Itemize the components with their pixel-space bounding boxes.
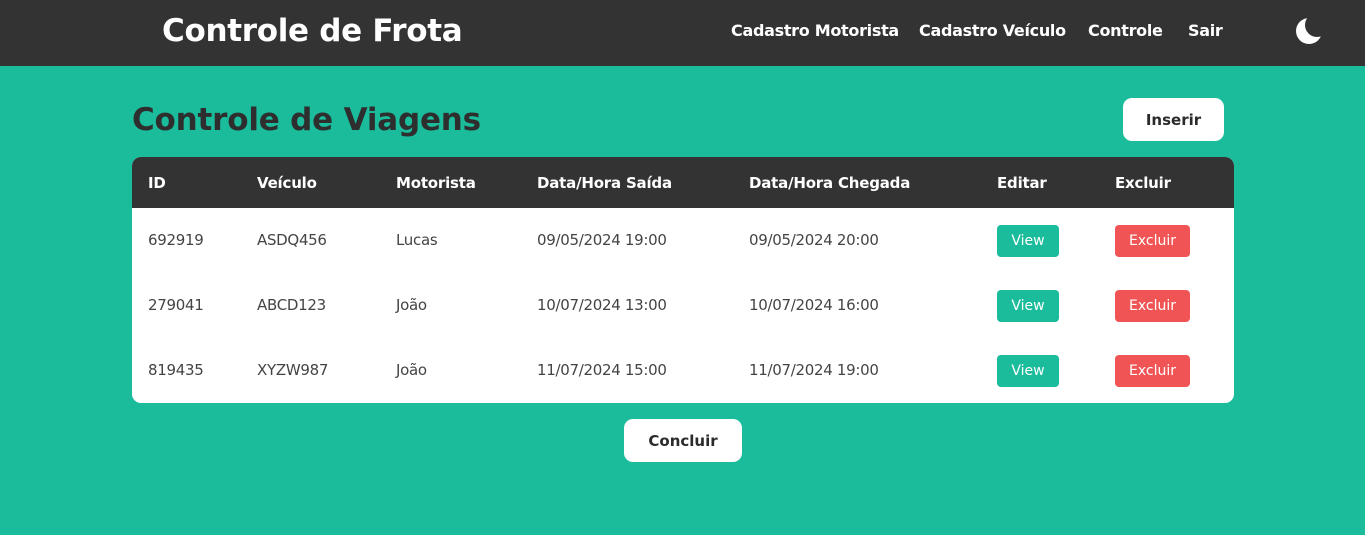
table-row: 819435 XYZW987 João 11/07/2024 15:00 11/… [132, 338, 1234, 403]
moon-icon[interactable] [1294, 13, 1329, 46]
column-header-motorista: Motorista [396, 174, 476, 192]
cell-chegada: 10/07/2024 16:00 [749, 296, 879, 314]
trips-table: ID Veículo Motorista Data/Hora Saída Dat… [132, 157, 1234, 403]
view-button[interactable]: View [997, 290, 1059, 322]
cell-chegada: 11/07/2024 19:00 [749, 361, 879, 379]
column-header-excluir: Excluir [1115, 174, 1171, 192]
cell-motorista: Lucas [396, 231, 438, 249]
nav-cadastro-motorista[interactable]: Cadastro Motorista [731, 20, 899, 42]
cell-saida: 09/05/2024 19:00 [537, 231, 667, 249]
nav-cadastro-veiculo[interactable]: Cadastro Veículo [919, 20, 1066, 42]
app-title: Controle de Frota [162, 13, 463, 49]
column-header-editar: Editar [997, 174, 1047, 192]
cell-veiculo: ASDQ456 [257, 231, 327, 249]
cell-chegada: 09/05/2024 20:00 [749, 231, 879, 249]
cell-motorista: João [396, 296, 427, 314]
conclude-button[interactable]: Concluir [624, 419, 742, 462]
cell-id: 279041 [148, 296, 204, 314]
column-header-chegada: Data/Hora Chegada [749, 174, 911, 192]
cell-id: 819435 [148, 361, 204, 379]
table-row: 692919 ASDQ456 Lucas 09/05/2024 19:00 09… [132, 208, 1234, 273]
cell-veiculo: XYZW987 [257, 361, 329, 379]
top-navbar: Controle de Frota Cadastro Motorista Cad… [0, 0, 1365, 66]
table-header: ID Veículo Motorista Data/Hora Saída Dat… [132, 157, 1234, 208]
delete-button[interactable]: Excluir [1115, 290, 1190, 322]
column-header-id: ID [148, 174, 166, 192]
column-header-veiculo: Veículo [257, 174, 317, 192]
delete-button[interactable]: Excluir [1115, 225, 1190, 257]
page-title: Controle de Viagens [132, 102, 481, 138]
nav-sair[interactable]: Sair [1188, 20, 1223, 42]
cell-veiculo: ABCD123 [257, 296, 326, 314]
nav-controle[interactable]: Controle [1088, 20, 1163, 42]
cell-saida: 11/07/2024 15:00 [537, 361, 667, 379]
view-button[interactable]: View [997, 355, 1059, 387]
column-header-saida: Data/Hora Saída [537, 174, 672, 192]
view-button[interactable]: View [997, 225, 1059, 257]
cell-motorista: João [396, 361, 427, 379]
cell-saida: 10/07/2024 13:00 [537, 296, 667, 314]
delete-button[interactable]: Excluir [1115, 355, 1190, 387]
cell-id: 692919 [148, 231, 204, 249]
insert-button[interactable]: Inserir [1123, 98, 1224, 141]
table-row: 279041 ABCD123 João 10/07/2024 13:00 10/… [132, 273, 1234, 338]
